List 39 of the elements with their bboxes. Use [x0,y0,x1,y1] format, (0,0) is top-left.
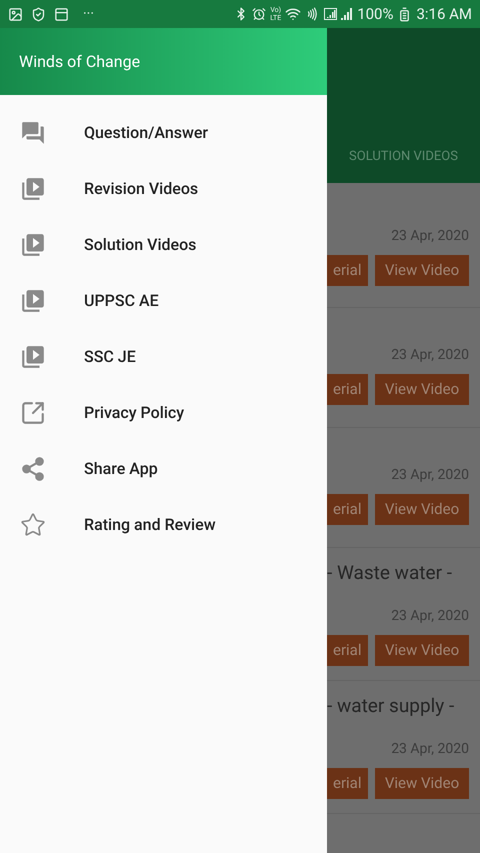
wifi-icon [285,6,302,22]
clock: 3:16 AM [416,4,472,25]
material-button[interactable]: erial [327,635,368,666]
material-button[interactable]: erial [327,374,368,405]
video-library-icon [20,232,46,258]
drawer-item[interactable]: Question/Answer [0,105,327,161]
drawer-item[interactable]: Solution Videos [0,217,327,273]
signal-icon [323,7,354,21]
drawer-item[interactable]: Revision Videos [0,161,327,217]
drawer-item[interactable]: Share App [0,441,327,497]
view-video-button[interactable]: View Video [375,635,469,666]
view-video-button[interactable]: View Video [375,768,469,799]
drawer-item[interactable]: UPPSC AE [0,273,327,329]
share-icon [20,456,46,482]
view-video-button[interactable]: View Video [375,494,469,525]
drawer-item[interactable]: SSC JE [0,329,327,385]
view-video-button[interactable]: View Video [375,255,469,286]
material-button[interactable]: erial [327,494,368,525]
overflow-dots: ··· [83,4,94,24]
video-library-icon [20,344,46,370]
material-button[interactable]: erial [327,255,368,286]
shield-icon [31,6,46,22]
video-library-icon [20,288,46,314]
view-video-button[interactable]: View Video [375,374,469,405]
card-title: - water supply - [327,693,456,719]
image-icon [8,6,23,22]
drawer-item[interactable]: Rating and Review [0,497,327,553]
drawer-item[interactable]: Privacy Policy [0,385,327,441]
material-button[interactable]: erial [327,768,368,799]
battery-percent: 100% [357,4,394,25]
drawer-title: Winds of Change [19,50,140,72]
chat-icon [20,120,46,146]
video-library-icon [20,176,46,202]
card-title: - Waste water - [327,560,453,586]
tab[interactable]: SOLUTION VIDEOS [349,146,458,166]
alarm-icon [252,7,266,21]
external-link-icon [20,400,46,426]
window-icon [54,6,69,22]
star-icon [20,512,46,538]
